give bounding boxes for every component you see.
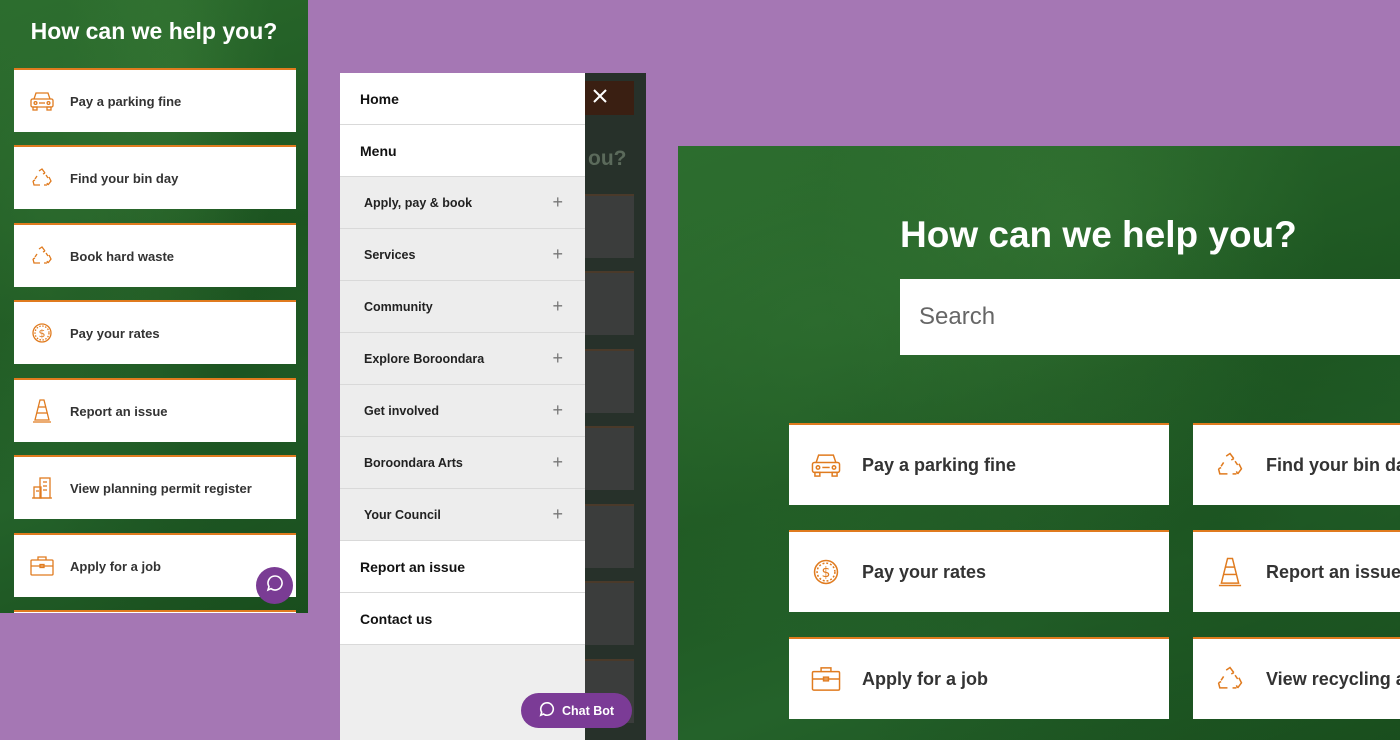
menu-item-services[interactable]: Services +	[340, 229, 585, 281]
car-icon	[14, 90, 70, 112]
recycle-icon	[1193, 665, 1266, 693]
overlay-heading-fragment: ou?	[588, 147, 627, 170]
card-label: Report an issue	[1266, 561, 1400, 582]
card-label: Apply for a job	[862, 668, 988, 689]
overlay-card	[585, 271, 634, 335]
traffic-cone-icon	[1193, 556, 1266, 588]
side-menu: Home Menu Apply, pay & book + Services + C…	[340, 73, 585, 740]
card-label: Pay your rates	[862, 561, 987, 582]
desktop-card-find-bin-day[interactable]: Find your bin day	[1193, 423, 1400, 505]
overlay-card	[585, 426, 634, 490]
expand-icon[interactable]: +	[552, 400, 563, 421]
overlay-card	[585, 504, 634, 568]
mobile-card-book-hard-waste[interactable]: Book hard waste	[14, 223, 296, 287]
card-label: Apply for a job	[70, 558, 161, 574]
mobile-help-panel: How can we help you? Pay a parking fine …	[0, 0, 308, 613]
chat-bubble-icon	[266, 574, 284, 597]
expand-icon[interactable]: +	[552, 192, 563, 213]
card-label: Find your bin day	[70, 170, 179, 186]
menu-item-label: Apply, pay & book	[364, 195, 473, 210]
menu-item-contact-us[interactable]: Contact us	[340, 593, 585, 645]
menu-item-label: Report an issue	[360, 558, 466, 575]
expand-icon[interactable]: +	[552, 348, 563, 369]
card-label: Book hard waste	[70, 248, 175, 264]
mobile-page-title: How can we help you?	[30, 18, 278, 44]
card-label: View planning permit register	[70, 480, 252, 496]
card-label: Pay your rates	[70, 325, 160, 341]
card-label: Pay a parking fine	[70, 93, 182, 109]
menu-item-label: Menu	[360, 142, 397, 159]
overlay-card	[585, 349, 634, 413]
menu-item-label: Services	[364, 247, 416, 262]
mobile-card-apply-job[interactable]: Apply for a job	[14, 533, 296, 597]
expand-icon[interactable]: +	[552, 504, 563, 525]
menu-item-report-issue[interactable]: Report an issue	[340, 541, 585, 593]
desktop-card-pay-parking-fine[interactable]: Pay a parking fine	[789, 423, 1169, 505]
close-icon	[593, 88, 607, 108]
chat-bubble-icon	[539, 701, 555, 720]
menu-item-menu[interactable]: Menu	[340, 125, 585, 177]
recycle-icon	[14, 245, 70, 267]
menu-item-home[interactable]: Home	[340, 73, 585, 125]
chat-bot-button[interactable]: Chat Bot	[521, 693, 632, 728]
svg-text:$: $	[821, 565, 830, 581]
recycle-icon	[1193, 451, 1266, 479]
mobile-card-find-bin-day[interactable]: Find your bin day	[14, 145, 296, 209]
expand-icon[interactable]: +	[552, 452, 563, 473]
desktop-card-view-recycling[interactable]: View recycling a	[1193, 637, 1400, 719]
menu-item-label: Explore Boroondara	[364, 351, 485, 366]
mobile-card-view-planning-permit[interactable]: View planning permit register	[14, 455, 296, 519]
card-label: Pay a parking fine	[862, 454, 1017, 475]
desktop-card-pay-rates[interactable]: $ Pay your rates	[789, 530, 1169, 612]
menu-item-your-council[interactable]: Your Council +	[340, 489, 585, 541]
menu-item-label: Get involved	[364, 403, 440, 418]
close-menu-button[interactable]	[585, 81, 634, 115]
card-label: View recycling a	[1266, 668, 1400, 689]
menu-item-apply-pay-book[interactable]: Apply, pay & book +	[340, 177, 585, 229]
search-input[interactable]	[900, 279, 1400, 355]
car-icon	[789, 451, 862, 479]
desktop-page-title: How can we help you?	[900, 214, 1297, 255]
mobile-card-pay-rates[interactable]: $ Pay your rates	[14, 300, 296, 364]
svg-text:$: $	[39, 327, 46, 340]
menu-item-explore-boroondara[interactable]: Explore Boroondara +	[340, 333, 585, 385]
menu-item-label: Community	[364, 299, 433, 314]
mobile-card-partial	[14, 610, 296, 613]
briefcase-icon	[14, 555, 70, 577]
desktop-card-report-issue[interactable]: Report an issue	[1193, 530, 1400, 612]
menu-item-community[interactable]: Community +	[340, 281, 585, 333]
expand-icon[interactable]: +	[552, 296, 563, 317]
desktop-help-panel: How can we help you? Pay a parking fine …	[678, 146, 1400, 740]
menu-item-label: Contact us	[360, 610, 433, 627]
card-label: Find your bin day	[1266, 454, 1400, 475]
expand-icon[interactable]: +	[552, 244, 563, 265]
recycle-icon	[14, 167, 70, 189]
mobile-card-pay-parking-fine[interactable]: Pay a parking fine	[14, 68, 296, 132]
chat-button[interactable]	[256, 567, 293, 604]
dollar-coin-icon: $	[14, 322, 70, 344]
menu-item-boroondara-arts[interactable]: Boroondara Arts +	[340, 437, 585, 489]
menu-item-label: Boroondara Arts	[364, 455, 463, 470]
card-label: Report an issue	[70, 403, 168, 419]
briefcase-icon	[789, 665, 862, 693]
mobile-card-report-issue[interactable]: Report an issue	[14, 378, 296, 442]
overlay-card	[585, 581, 634, 645]
dollar-coin-icon: $	[789, 558, 862, 586]
menu-item-get-involved[interactable]: Get involved +	[340, 385, 585, 437]
menu-item-label: Your Council	[364, 507, 441, 522]
desktop-card-apply-job[interactable]: Apply for a job	[789, 637, 1169, 719]
traffic-cone-icon	[14, 398, 70, 424]
menu-item-label: Home	[360, 90, 399, 107]
building-icon	[14, 476, 70, 500]
overlay-card	[585, 194, 634, 258]
chat-bot-label: Chat Bot	[561, 703, 615, 718]
